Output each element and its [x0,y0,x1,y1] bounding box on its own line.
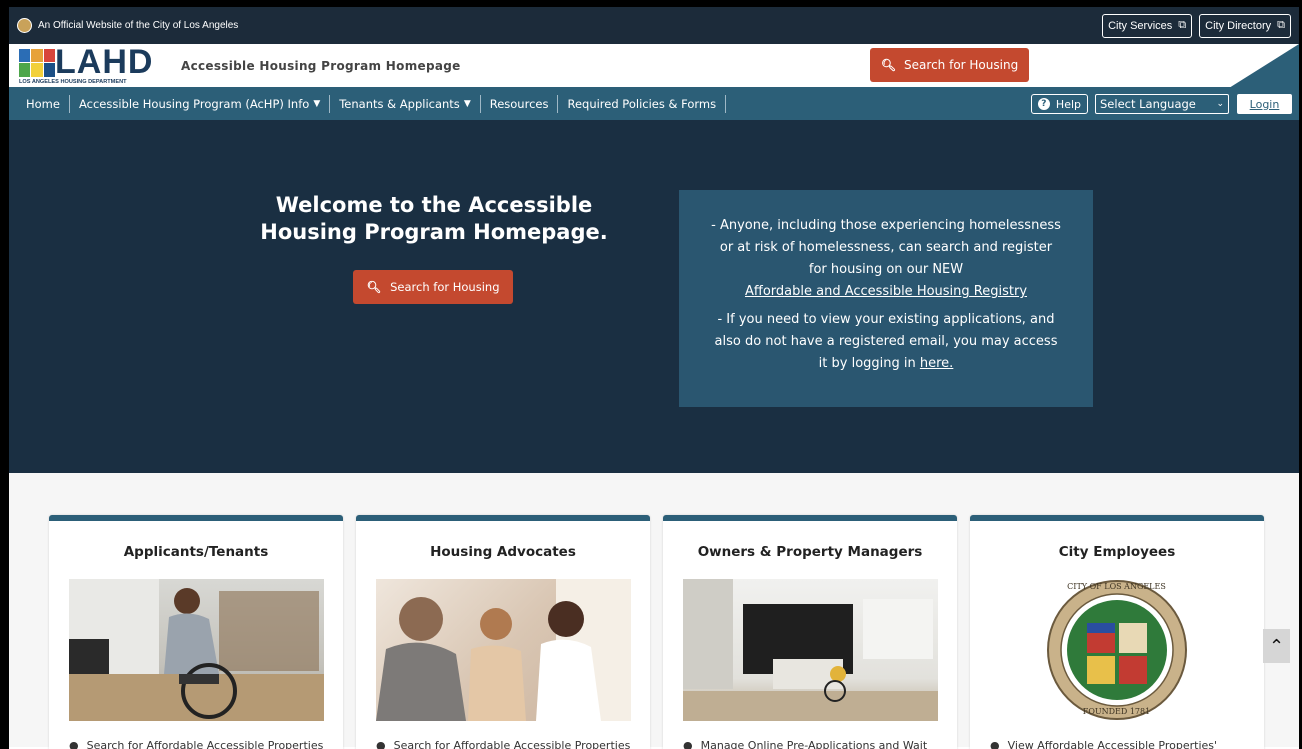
info-text-login: - If you need to view your existing appl… [714,312,1058,371]
hero-search-housing-button[interactable]: 🔍︎ Search for Housing [353,270,513,304]
card-title: Owners & Property Managers [697,544,923,560]
hero-title: Welcome to the Accessible Housing Progra… [222,192,646,246]
info-box: - Anyone, including those experiencing h… [679,190,1093,407]
card-image-applicant [68,579,324,721]
logo-text: LAHD [55,44,154,81]
nav-item-label: Required Policies & Forms [567,97,717,111]
info-paragraph-registry: - Anyone, including those experiencing h… [709,215,1063,303]
nav-item-label: Tenants & Applicants [339,97,460,111]
city-services-link[interactable]: City Services ⧉ [1102,13,1193,38]
nav-item-label: Resources [489,97,549,111]
question-icon: ? [1037,98,1050,110]
info-text-registry: - Anyone, including those experiencing h… [711,218,1061,277]
card-image-advocates [375,579,631,721]
card-bullet-text: Manage Online Pre-Applications and Wait [700,739,928,749]
card-housing-advocates[interactable]: Housing Advocates ● Search for Affordable… [356,515,650,749]
chevron-down-icon: ▼ [463,99,471,109]
bullet-icon: ● [69,739,79,749]
header-search-label: Search for Housing [904,58,1019,72]
card-bullet-text: View Affordable Accessible Properties' [1007,739,1218,749]
help-button[interactable]: ? Help [1030,94,1088,114]
nav-item-resources[interactable]: Resources [481,95,559,113]
login-here-link[interactable]: here. [920,356,953,371]
card-city-employees[interactable]: City Employees CITY OF LOS ANGELES FOUND… [970,515,1264,749]
official-website-text: An Official Website of the City of Los A… [38,20,239,31]
chevron-down-icon: ⌄ [1216,99,1224,109]
language-selected-value: Select Language [1100,97,1196,111]
search-icon: 🔍︎ [366,280,382,294]
page: An Official Website of the City of Los A… [9,7,1299,749]
nav-item-label: Home [26,97,60,111]
card-bullet[interactable]: ● View Affordable Accessible Properties' [990,739,1217,749]
card-title: Applicants/Tenants [123,544,269,560]
city-seal-image: CITY OF LOS ANGELES FOUNDED 1781 [989,579,1245,721]
header-title: Accessible Housing Program Homepage [181,58,461,73]
audience-cards: Applicants/Tenants ● Search for Affordabl… [9,473,1299,749]
header-decoration [1229,44,1299,87]
login-label: Login [1249,97,1280,111]
header-search-housing-button[interactable]: 🔍︎ Search for Housing [870,48,1029,82]
seal-bottom-text: FOUNDED 1781 [1082,707,1151,716]
login-button[interactable]: Login [1237,94,1292,114]
scroll-to-top-button[interactable]: ⌃ [1263,629,1290,663]
registry-link[interactable]: Affordable and Accessible Housing Regist… [745,284,1027,299]
hero-title-line2: Housing Program Homepage. [260,220,608,244]
nav-item-tenants-applicants[interactable]: Tenants & Applicants ▼ [330,95,481,113]
chevron-up-icon: ⌃ [1268,635,1285,657]
city-services-label: City Services [1108,19,1173,32]
help-label: Help [1055,97,1081,111]
card-title: City Employees [1058,544,1176,560]
language-select[interactable]: Select Language ⌄ [1095,94,1229,114]
card-bullet[interactable]: ● Search for Affordable Accessible Proper… [376,739,630,749]
card-owners-property-managers[interactable]: Owners & Property Managers ● Manage Onlin… [663,515,957,749]
hero-section: Welcome to the Accessible Housing Progra… [9,120,1299,473]
hero-search-label: Search for Housing [390,280,500,294]
city-directory-label: City Directory [1205,19,1272,32]
seal-top-text: CITY OF LOS ANGELES [1067,582,1166,591]
nav-item-label: Accessible Housing Program (AcHP) Info [78,97,310,111]
hero-title-line1: Welcome to the Accessible [275,193,593,217]
card-image-apartment [682,579,938,721]
external-link-icon: ⧉ [1178,19,1187,31]
search-icon: 🔍︎ [880,58,897,72]
site-header: LAHD LOS ANGELES HOUSING DEPARTMENT Acce… [9,44,1299,88]
card-bullet[interactable]: ● Search for Affordable Accessible Proper… [69,739,323,749]
card-bullet-text: Search for Affordable Accessible Propert… [86,739,324,749]
city-seal-icon [17,18,32,33]
official-bar: An Official Website of the City of Los A… [9,7,1299,44]
bullet-icon: ● [683,739,693,749]
bullet-icon: ● [376,739,386,749]
city-directory-link[interactable]: City Directory ⧉ [1199,13,1291,38]
card-bullet-text: Search for Affordable Accessible Propert… [393,739,631,749]
card-bullet[interactable]: ● Manage Online Pre-Applications and Wait [683,739,927,749]
main-nav: Home Accessible Housing Program (AcHP) I… [9,88,1299,120]
lahd-logo[interactable]: LAHD LOS ANGELES HOUSING DEPARTMENT [19,44,155,85]
external-link-icon: ⧉ [1277,19,1285,31]
card-applicants-tenants[interactable]: Applicants/Tenants ● Search for Affordabl… [49,515,343,749]
nav-item-achp-info[interactable]: Accessible Housing Program (AcHP) Info ▼ [70,95,331,113]
card-title: Housing Advocates [430,544,576,560]
nav-item-policies-forms[interactable]: Required Policies & Forms [558,95,727,113]
nav-item-home[interactable]: Home [17,95,70,113]
bullet-icon: ● [990,739,1000,749]
chevron-down-icon: ▼ [313,99,321,109]
logo-subtext: LOS ANGELES HOUSING DEPARTMENT [19,78,127,85]
lahd-logo-mark-icon [19,48,55,77]
info-paragraph-login: - If you need to view your existing appl… [709,309,1063,375]
